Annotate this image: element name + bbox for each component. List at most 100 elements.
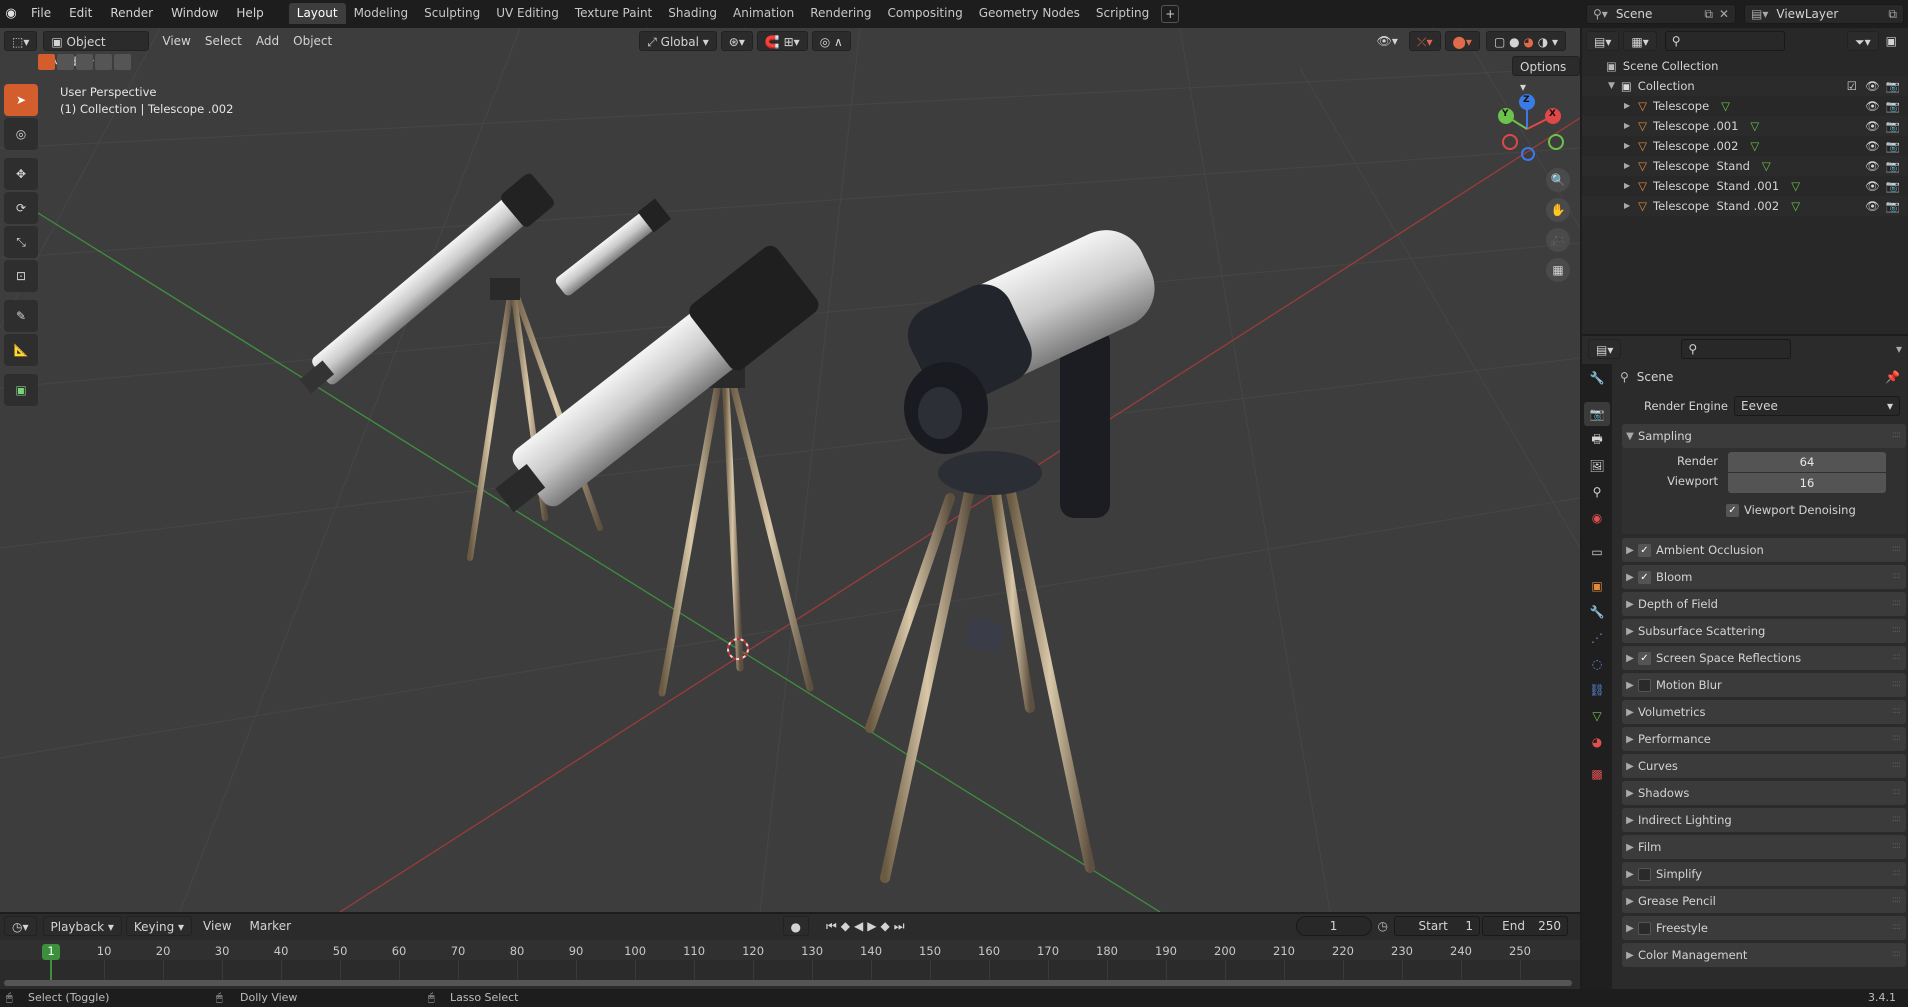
options-button[interactable]: Options ▾ xyxy=(1512,56,1580,94)
panel-grease-pencil[interactable]: ▶ Grease Pencil:::: xyxy=(1622,889,1906,913)
drag-handle-icon[interactable]: :::: xyxy=(1892,430,1901,440)
panel-enable-checkbox[interactable]: ✓ xyxy=(1638,651,1651,665)
annotate-tool[interactable]: ✎ xyxy=(4,300,38,332)
select-invert-icon[interactable] xyxy=(95,54,112,70)
panel-ambient-occlusion[interactable]: ▶ ✓ Ambient Occlusion:::: xyxy=(1622,538,1906,562)
timeline-scrollbar[interactable] xyxy=(4,980,1572,986)
texture-tab[interactable]: ▩ xyxy=(1584,762,1610,786)
collection-tab[interactable]: ▭ xyxy=(1584,540,1610,564)
viewport-scene[interactable] xyxy=(0,28,1580,912)
render-engine-select[interactable]: Eevee ▾ xyxy=(1734,396,1900,416)
panel-color-management[interactable]: ▶ Color Management:::: xyxy=(1622,943,1906,967)
select-intersect-icon[interactable] xyxy=(114,54,131,70)
outliner-item[interactable]: ▶ ▽ Telescope ▽ 👁 📷 xyxy=(1582,96,1908,116)
panel-subsurface-scattering[interactable]: ▶ Subsurface Scattering:::: xyxy=(1622,619,1906,643)
viewport-menu-select[interactable]: Select xyxy=(198,31,249,51)
scene-selector[interactable]: ⚲▾ Scene ⧉ ✕ xyxy=(1586,3,1736,24)
mesh-data-icon[interactable]: ▽ xyxy=(1791,176,1800,196)
menu-window[interactable]: Window xyxy=(162,0,227,27)
viewport-samples-field[interactable]: 16 xyxy=(1728,473,1886,493)
view-layer-tab[interactable]: 🖼 xyxy=(1584,454,1610,478)
viewport-denoising-checkbox[interactable]: ✓ xyxy=(1726,503,1739,517)
panel-bloom[interactable]: ▶ ✓ Bloom:::: xyxy=(1622,565,1906,589)
eye-icon[interactable]: 👁 xyxy=(1865,156,1880,176)
camera-icon[interactable]: 🎥 xyxy=(1546,228,1570,252)
tab-rendering[interactable]: Rendering xyxy=(802,3,879,24)
mesh-data-icon[interactable]: ▽ xyxy=(1762,156,1771,176)
editor-type-button[interactable]: ⬚▾ xyxy=(4,31,38,51)
transform-tool[interactable]: ⊡ xyxy=(4,260,38,292)
camera-render-icon[interactable]: 📷 xyxy=(1886,156,1900,176)
particles-tab[interactable]: ⋰ xyxy=(1584,626,1610,650)
eye-icon[interactable]: 👁 xyxy=(1865,96,1880,116)
eye-icon[interactable]: 👁 xyxy=(1865,116,1880,136)
panel-motion-blur[interactable]: ▶ Motion Blur:::: xyxy=(1622,673,1906,697)
move-tool[interactable]: ✥ xyxy=(4,158,38,190)
expand-arrow-icon[interactable]: ▶ xyxy=(1624,176,1630,196)
outliner-editor-type-button[interactable]: ▤▾ xyxy=(1586,31,1620,51)
tab-uv-editing[interactable]: UV Editing xyxy=(488,3,567,24)
render-samples-field[interactable]: 64 xyxy=(1728,452,1886,472)
select-box-tool[interactable]: ➤ xyxy=(4,84,38,116)
camera-render-icon[interactable]: 📷 xyxy=(1886,116,1900,136)
copy-icon[interactable]: ⧉ xyxy=(1888,5,1897,23)
add-cube-tool[interactable]: ▣ xyxy=(4,374,38,406)
panel-volumetrics[interactable]: ▶ Volumetrics:::: xyxy=(1622,700,1906,724)
eye-icon[interactable]: 👁 xyxy=(1865,196,1880,216)
shading-buttons[interactable]: ▢ ● ◕ ◑ ▾ xyxy=(1485,31,1566,51)
outliner-search-field[interactable]: ⚲ xyxy=(1664,31,1785,51)
select-mode-buttons[interactable] xyxy=(38,54,131,70)
drag-handle-icon[interactable]: :::: xyxy=(1892,814,1901,824)
viewport-menu-view[interactable]: View xyxy=(155,31,197,51)
outliner-item[interactable]: ▶ ▽ Telescope .001 ▽ 👁 📷 xyxy=(1582,116,1908,136)
camera-render-icon[interactable]: 📷 xyxy=(1886,76,1900,96)
drag-handle-icon[interactable]: :::: xyxy=(1892,841,1901,851)
tab-animation[interactable]: Animation xyxy=(725,3,802,24)
camera-render-icon[interactable]: 📷 xyxy=(1886,176,1900,196)
close-icon[interactable]: ✕ xyxy=(1719,5,1729,23)
constraints-tab[interactable]: ⛓ xyxy=(1584,678,1610,702)
navigation-gizmo[interactable]: Z X Y xyxy=(1490,92,1564,166)
panel-curves[interactable]: ▶ Curves:::: xyxy=(1622,754,1906,778)
checkbox-icon[interactable]: ☑ xyxy=(1847,76,1857,96)
select-subtract-icon[interactable] xyxy=(76,54,93,70)
panel-indirect-lighting[interactable]: ▶ Indirect Lighting:::: xyxy=(1622,808,1906,832)
sampling-panel-header[interactable]: ▼ Sampling :::: xyxy=(1622,424,1906,448)
panel-enable-checkbox[interactable]: ✓ xyxy=(1638,543,1651,557)
panel-enable-checkbox[interactable] xyxy=(1638,678,1651,692)
drag-handle-icon[interactable]: :::: xyxy=(1892,544,1901,554)
measure-tool[interactable]: 📐 xyxy=(4,334,38,366)
cursor-tool[interactable]: ◎ xyxy=(4,118,38,150)
eye-icon[interactable]: 👁 xyxy=(1865,136,1880,156)
render-tab[interactable]: 📷 xyxy=(1584,402,1610,426)
panel-enable-checkbox[interactable]: ✓ xyxy=(1638,570,1651,584)
transform-orientation-selector[interactable]: ⤢ Global ▾ xyxy=(639,31,717,51)
tab-layout[interactable]: Layout xyxy=(288,3,346,24)
material-tab[interactable]: ◕ xyxy=(1584,730,1610,754)
pan-hand-icon[interactable]: ✋ xyxy=(1546,198,1570,222)
copy-icon[interactable]: ⧉ xyxy=(1704,5,1713,23)
tab-texture-paint[interactable]: Texture Paint xyxy=(567,3,660,24)
outliner-item[interactable]: ▶ ▽ Telescope Stand ▽ 👁 📷 xyxy=(1582,156,1908,176)
panel-enable-checkbox[interactable] xyxy=(1638,867,1651,881)
drag-handle-icon[interactable]: :::: xyxy=(1892,922,1901,932)
rotate-tool[interactable]: ⟳ xyxy=(4,192,38,224)
expand-arrow-icon[interactable]: ▶ xyxy=(1624,116,1630,136)
panel-shadows[interactable]: ▶ Shadows:::: xyxy=(1622,781,1906,805)
gizmo-toggle-button[interactable]: ⤫▾ xyxy=(1408,31,1441,51)
data-tab[interactable]: ▽ xyxy=(1584,704,1610,728)
proportional-edit-button[interactable]: ◎ ∧ xyxy=(811,31,851,51)
drag-handle-icon[interactable]: :::: xyxy=(1892,733,1901,743)
menu-file[interactable]: File xyxy=(22,0,60,27)
new-collection-button[interactable]: ▣ xyxy=(1879,31,1904,51)
dropdown-arrow-icon[interactable]: ▾ xyxy=(1896,342,1902,356)
snap-button[interactable]: 🧲 ⊞▾ xyxy=(756,31,808,51)
pin-icon[interactable]: 📌 xyxy=(1885,370,1900,384)
telescope-middle-model[interactable] xyxy=(480,198,822,697)
menu-help[interactable]: Help xyxy=(227,0,272,27)
tab-sculpting[interactable]: Sculpting xyxy=(416,3,488,24)
mesh-data-icon[interactable]: ▽ xyxy=(1721,96,1730,116)
drag-handle-icon[interactable]: :::: xyxy=(1892,679,1901,689)
viewport-menu-add[interactable]: Add xyxy=(249,31,286,51)
expand-arrow-icon[interactable]: ▶ xyxy=(1624,196,1630,216)
